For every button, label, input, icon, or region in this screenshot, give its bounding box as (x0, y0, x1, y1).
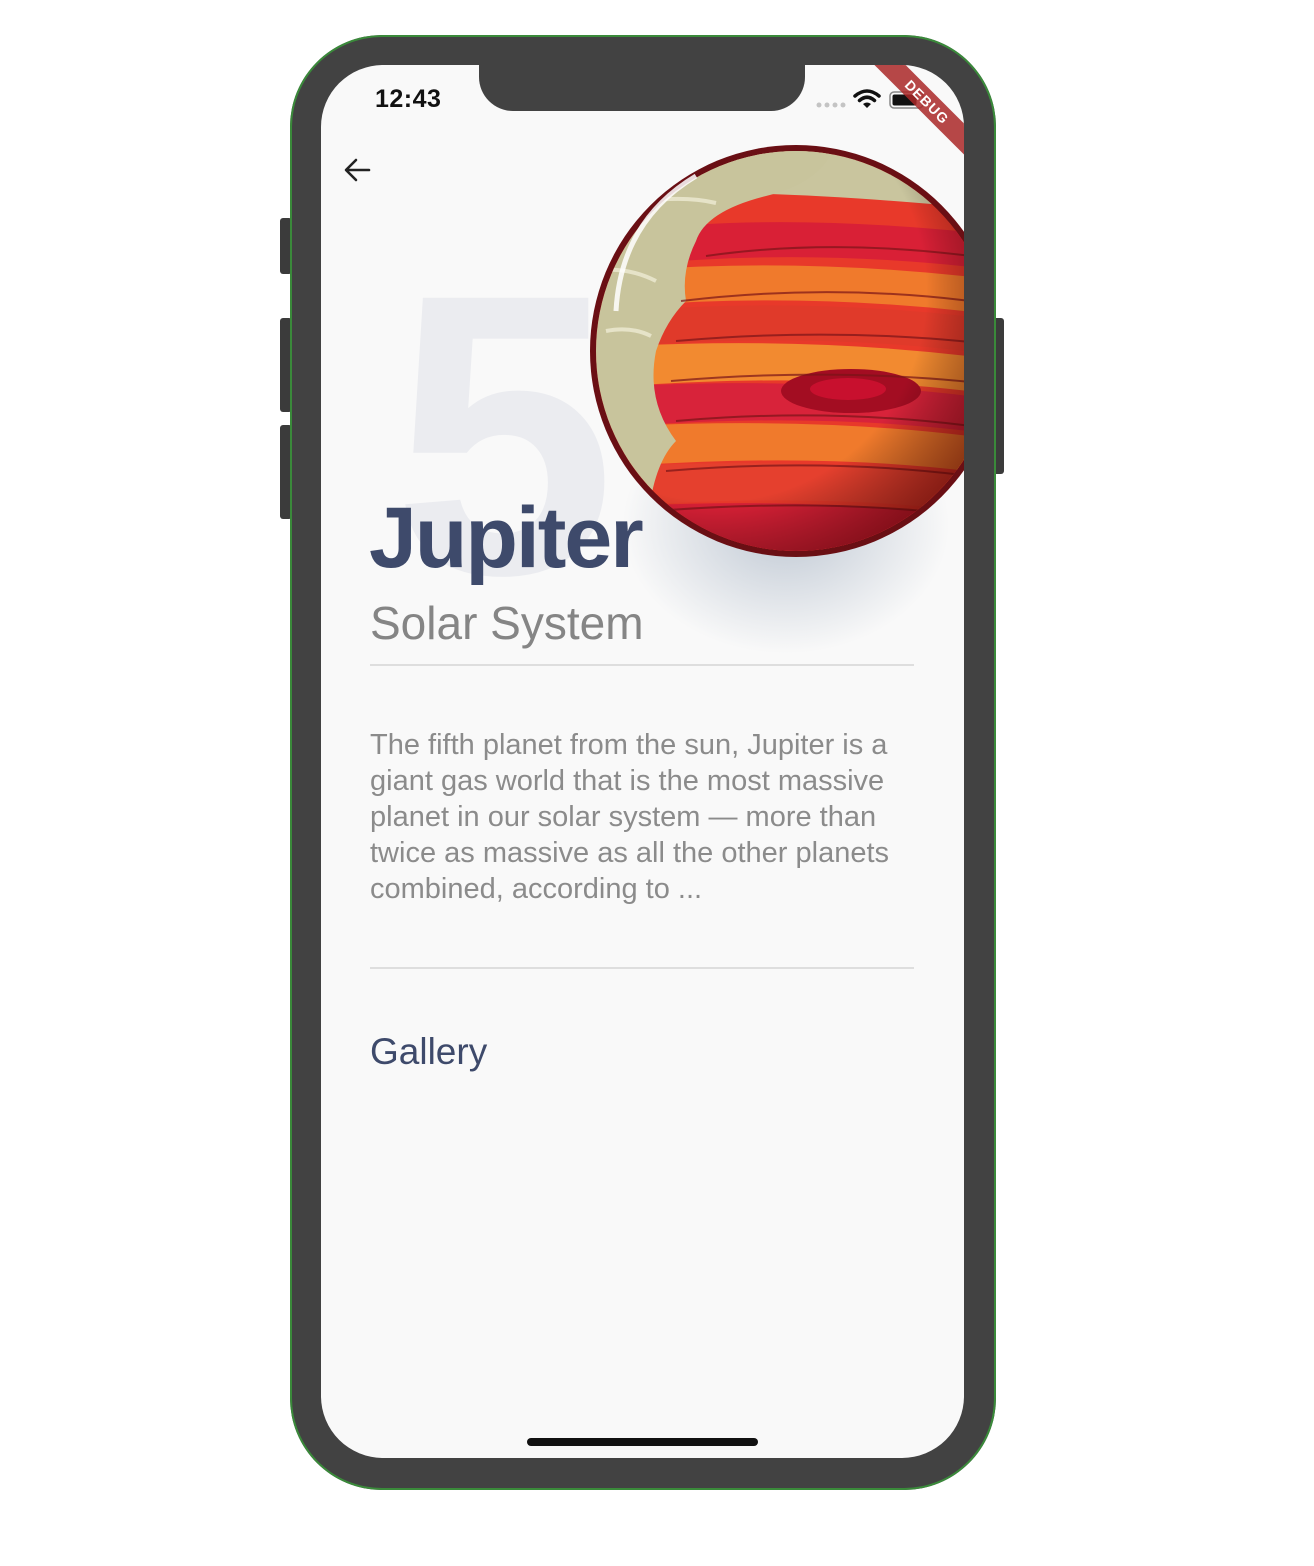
description-divider (370, 967, 914, 969)
cellular-signal-icon (816, 102, 846, 108)
stage: 5 12:43 DEBUG Jupiter Solar System The f… (0, 0, 1314, 1566)
header-divider (370, 664, 914, 666)
device-notch (479, 65, 805, 111)
wifi-icon (853, 89, 881, 108)
jupiter-illustration (590, 145, 964, 557)
planet-description: The fifth planet from the sun, Jupiter i… (370, 729, 890, 905)
planet-system: Solar System (370, 597, 644, 649)
gallery-title: Gallery (370, 1031, 488, 1072)
status-time: 12:43 (375, 85, 442, 113)
arrow-left-icon[interactable] (341, 153, 375, 187)
planet-name: Jupiter (369, 490, 644, 586)
app-screen: 5 12:43 DEBUG Jupiter Solar System The f… (321, 65, 964, 1458)
home-indicator[interactable] (527, 1438, 758, 1446)
